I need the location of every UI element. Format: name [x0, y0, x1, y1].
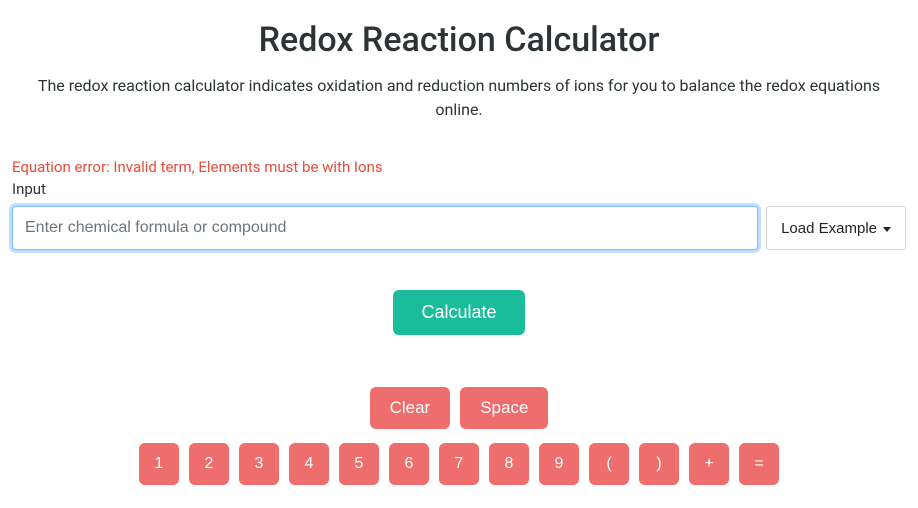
key-8[interactable]: 8 [489, 443, 529, 485]
page-subtitle: The redox reaction calculator indicates … [14, 74, 904, 122]
key-2[interactable]: 2 [189, 443, 229, 485]
key-7[interactable]: 7 [439, 443, 479, 485]
key-close-paren[interactable]: ) [639, 443, 679, 485]
key-3[interactable]: 3 [239, 443, 279, 485]
space-button[interactable]: Space [460, 387, 548, 429]
load-example-dropdown[interactable]: Load Example [766, 206, 906, 250]
key-plus[interactable]: + [689, 443, 729, 485]
key-open-paren[interactable]: ( [589, 443, 629, 485]
calculate-wrap: Calculate [12, 290, 906, 335]
load-example-label: Load Example [781, 220, 877, 237]
error-message: Equation error: Invalid term, Elements m… [12, 158, 906, 176]
key-4[interactable]: 4 [289, 443, 329, 485]
page-title: Redox Reaction Calculator [12, 20, 906, 60]
keypad: Clear Space 1 2 3 4 5 6 7 8 9 ( ) + = [12, 387, 906, 485]
caret-down-icon [883, 227, 891, 232]
key-9[interactable]: 9 [539, 443, 579, 485]
clear-button[interactable]: Clear [370, 387, 451, 429]
key-equals[interactable]: = [739, 443, 779, 485]
calculate-button[interactable]: Calculate [393, 290, 524, 335]
input-row: Load Example [12, 206, 906, 250]
key-1[interactable]: 1 [139, 443, 179, 485]
keypad-row-keys: 1 2 3 4 5 6 7 8 9 ( ) + = [12, 443, 906, 485]
key-6[interactable]: 6 [389, 443, 429, 485]
keypad-row-actions: Clear Space [12, 387, 906, 429]
key-5[interactable]: 5 [339, 443, 379, 485]
input-label: Input [12, 180, 906, 198]
formula-input[interactable] [12, 206, 758, 250]
